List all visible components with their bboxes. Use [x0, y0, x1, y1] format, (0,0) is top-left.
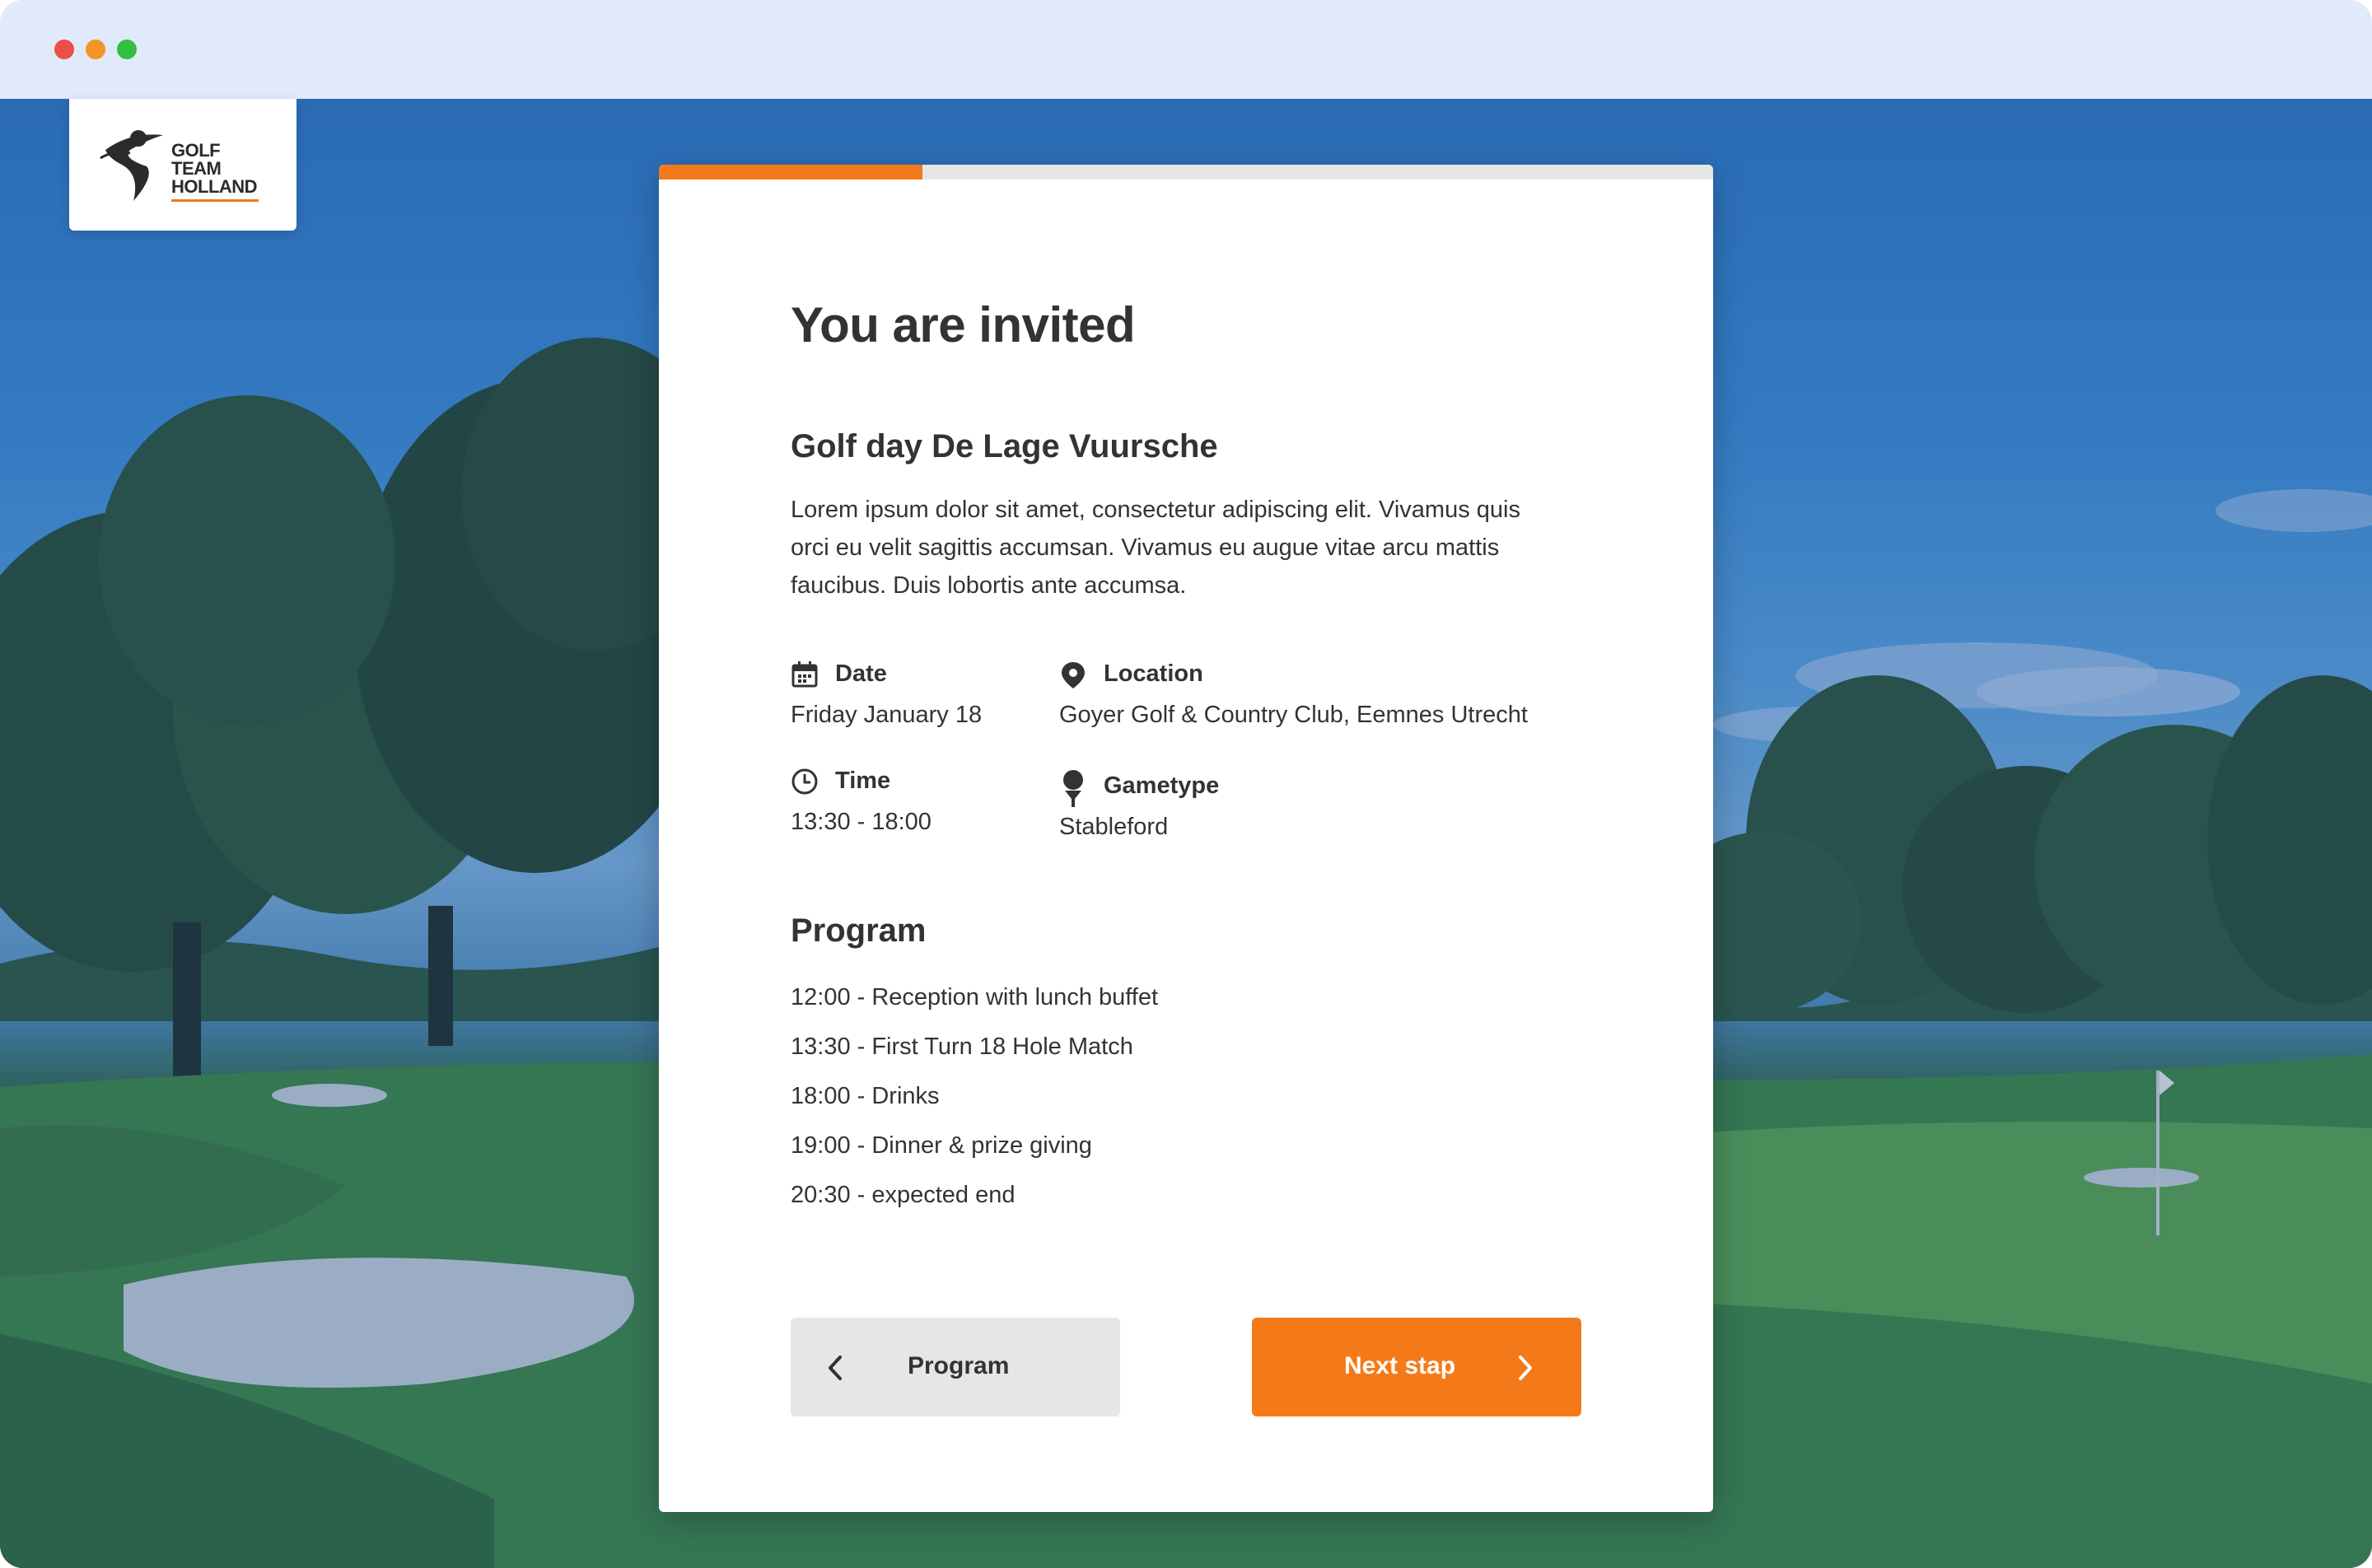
- logo-wordmark: GOLF TEAM HOLLAND: [171, 140, 258, 197]
- next-button-label: Next stap: [1344, 1352, 1456, 1379]
- page-title: You are invited: [791, 297, 1136, 352]
- progress-bar: [659, 165, 1713, 180]
- logo-underline: [171, 199, 259, 202]
- next-button[interactable]: Next stap: [1252, 1318, 1581, 1416]
- browser-window: GOLF TEAM HOLLAND You are invited Golf d…: [0, 0, 2372, 1568]
- program-item: 18:00 - Drinks: [791, 1083, 940, 1109]
- time-value: 13:30 - 18:00: [791, 809, 932, 835]
- event-description: Lorem ipsum dolor sit amet, consectetur …: [791, 497, 1520, 599]
- time-label: Time: [835, 768, 891, 794]
- previous-button[interactable]: Program: [791, 1318, 1120, 1416]
- map-pin-icon: [1062, 662, 1085, 688]
- title-bar: [0, 0, 2372, 99]
- program-item: 19:00 - Dinner & prize giving: [791, 1132, 1092, 1159]
- date-label: Date: [835, 660, 887, 687]
- golfer-logo-icon: [100, 130, 163, 201]
- logo[interactable]: GOLF TEAM HOLLAND: [69, 99, 296, 231]
- location-label: Location: [1104, 660, 1203, 687]
- previous-button-label: Program: [908, 1352, 1010, 1379]
- calendar-icon: [791, 661, 818, 688]
- program-item: 13:30 - First Turn 18 Hole Match: [791, 1034, 1133, 1060]
- date-value: Friday January 18: [791, 702, 983, 728]
- invitation-card: You are invited Golf day De Lage Vuursch…: [659, 165, 1713, 1512]
- close-window-button[interactable]: [54, 40, 74, 59]
- golf-tee-icon: [1063, 770, 1083, 807]
- maximize-window-button[interactable]: [117, 40, 137, 59]
- program-list: 12:00 - Reception with lunch buffet 13:3…: [791, 980, 1158, 1227]
- logo-line-holland: HOLLAND: [171, 176, 258, 197]
- event-title: Golf day De Lage Vuursche: [791, 428, 1218, 464]
- chevron-right-icon: [1519, 1356, 1532, 1380]
- gametype-value: Stableford: [1059, 814, 1169, 840]
- location-value: Goyer Golf & Country Club, Eemnes Utrech…: [1059, 702, 1528, 728]
- gametype-label: Gametype: [1104, 772, 1220, 799]
- logo-line-golf: GOLF: [171, 140, 221, 161]
- clock-icon: [791, 768, 818, 795]
- chevron-left-icon: [829, 1356, 842, 1380]
- minimize-window-button[interactable]: [86, 40, 105, 59]
- program-item: 12:00 - Reception with lunch buffet: [791, 984, 1159, 1010]
- program-title: Program: [791, 912, 927, 949]
- logo-line-team: TEAM: [171, 158, 222, 179]
- progress-bar-fill: [659, 165, 922, 180]
- program-item: 20:30 - expected end: [791, 1182, 1016, 1208]
